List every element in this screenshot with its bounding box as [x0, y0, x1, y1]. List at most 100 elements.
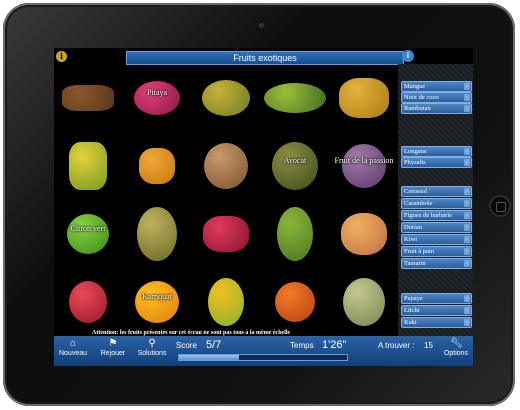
chevron-right-icon: ›	[464, 248, 470, 255]
fruit-image	[202, 80, 250, 116]
chevron-right-icon: ›	[464, 94, 470, 101]
fruit-grid: Pitaya Avocat Fruit de la passion Citron ve…	[54, 64, 398, 336]
answer-button[interactable]: Carambole ›	[401, 198, 472, 209]
fruit-label: Avocat	[283, 156, 307, 165]
progress-bar	[178, 354, 348, 361]
answer-label: Longane	[404, 148, 427, 155]
fruit-tile[interactable]	[192, 64, 260, 132]
progress-fill	[179, 355, 240, 360]
wrench-icon: 🔧︎	[450, 338, 463, 349]
fruit-image	[137, 207, 177, 261]
chevron-right-icon: ›	[464, 307, 470, 314]
answer-button[interactable]: Longane ›	[401, 146, 472, 157]
fruit-tile[interactable]: Citron vert	[54, 200, 122, 268]
fruit-label: Pitaya	[147, 88, 167, 97]
fruit-image	[264, 83, 326, 113]
answer-button[interactable]: Kaki ›	[401, 317, 472, 328]
fruit-image	[275, 282, 315, 322]
answer-button[interactable]: Mangue ›	[401, 81, 472, 92]
answer-label: Figues de barbarie	[404, 212, 453, 219]
answer-button[interactable]: Kiwi ›	[401, 234, 472, 245]
answer-panel: Mangue › Noix de coco › Rambutan › Longane › Phy…	[398, 64, 473, 336]
rejouer-button[interactable]: ⚑ Rejouer	[98, 338, 128, 357]
fruit-image	[69, 281, 107, 323]
fruit-tile[interactable]	[192, 268, 260, 336]
temps-value: 1'26"	[322, 339, 347, 351]
answer-button[interactable]: Rambutan ›	[401, 103, 472, 114]
answer-button[interactable]: Physalis ›	[401, 157, 472, 168]
fruit-tile[interactable]	[54, 132, 122, 200]
a-trouver-label: A trouver :	[378, 341, 415, 350]
solutions-button[interactable]: ⚲ Solutions	[134, 338, 170, 357]
answer-button[interactable]: Figues de barbarie ›	[401, 210, 472, 221]
nouveau-button[interactable]: ⌂ Nouveau	[58, 338, 88, 357]
fruit-label: Kumquat	[142, 292, 172, 301]
fruit-tile[interactable]: Kumquat	[123, 268, 191, 336]
fruit-tile[interactable]: Avocat	[261, 132, 329, 200]
house-icon: ⌂	[69, 338, 77, 349]
home-button[interactable]	[489, 195, 511, 217]
lightbulb-icon[interactable]: i	[56, 51, 67, 62]
answer-button[interactable]: Noix de coco ›	[401, 92, 472, 103]
answer-label: Tamarin	[404, 260, 426, 267]
answer-label: Kaki	[404, 319, 417, 326]
answer-button[interactable]: Corossol ›	[401, 186, 472, 197]
fruit-tile[interactable]	[330, 200, 398, 268]
rejouer-label: Rejouer	[100, 350, 126, 357]
answer-label: Papaye	[404, 295, 423, 302]
fruit-tile[interactable]: Fruit de la passion	[330, 132, 398, 200]
options-button[interactable]: 🔧︎ Options	[442, 338, 470, 357]
game-screen: i Fruits exotiques i Pitaya Avocat Fruit d…	[54, 48, 473, 366]
chevron-right-icon: ›	[464, 295, 470, 302]
ipad-frame: i Fruits exotiques i Pitaya Avocat Fruit d…	[3, 3, 515, 406]
fruit-tile[interactable]	[123, 132, 191, 200]
options-label: Options	[443, 350, 469, 357]
fruit-image	[272, 142, 318, 190]
fruit-tile[interactable]	[261, 268, 329, 336]
fruit-label: Citron vert	[70, 224, 106, 233]
fruit-image	[135, 281, 179, 323]
fruit-image	[277, 207, 313, 261]
fruit-tile[interactable]	[54, 64, 122, 132]
chevron-right-icon: ›	[464, 260, 470, 267]
answer-button[interactable]: Papaye ›	[401, 293, 472, 304]
fruit-image	[342, 144, 386, 188]
answer-button[interactable]: Fruit à pain ›	[401, 246, 472, 257]
fruit-image	[203, 216, 249, 252]
fruit-image	[208, 278, 244, 326]
answer-label: Rambutan	[404, 105, 431, 112]
answer-label: Noix de coco	[404, 94, 439, 101]
chevron-right-icon: ›	[464, 83, 470, 90]
info-icon[interactable]: i	[402, 50, 414, 62]
fruit-tile[interactable]	[261, 64, 329, 132]
chevron-right-icon: ›	[464, 236, 470, 243]
fruit-image	[341, 213, 387, 255]
answer-button[interactable]: Tamarin ›	[401, 258, 472, 269]
chevron-right-icon: ›	[464, 188, 470, 195]
nouveau-label: Nouveau	[58, 350, 88, 357]
flag-icon: ⚑	[108, 338, 118, 349]
fruit-tile[interactable]	[330, 268, 398, 336]
fruit-tile[interactable]	[330, 64, 398, 132]
answer-button[interactable]: Litchi ›	[401, 305, 472, 316]
answer-button[interactable]: Durian ›	[401, 222, 472, 233]
score-label: Score	[176, 341, 197, 350]
answer-label: Corossol	[404, 188, 428, 195]
fruit-image	[339, 78, 389, 118]
chevron-right-icon: ›	[464, 224, 470, 231]
fruit-tile[interactable]	[261, 200, 329, 268]
fruit-tile[interactable]	[192, 132, 260, 200]
fruit-image	[134, 81, 180, 115]
bottom-toolbar: ⌂ Nouveau ⚑ Rejouer ⚲ Solutions Score 5/…	[54, 336, 473, 366]
fruit-tile[interactable]: Pitaya	[123, 64, 191, 132]
temps-label: Temps	[290, 341, 314, 350]
fruit-tile[interactable]	[123, 200, 191, 268]
fruit-tile[interactable]	[192, 200, 260, 268]
chevron-right-icon: ›	[464, 200, 470, 207]
chevron-right-icon: ›	[464, 159, 470, 166]
fruit-tile[interactable]	[54, 268, 122, 336]
solutions-label: Solutions	[137, 350, 167, 357]
chevron-right-icon: ›	[464, 148, 470, 155]
chevron-right-icon: ›	[464, 212, 470, 219]
answer-label: Litchi	[404, 307, 420, 314]
